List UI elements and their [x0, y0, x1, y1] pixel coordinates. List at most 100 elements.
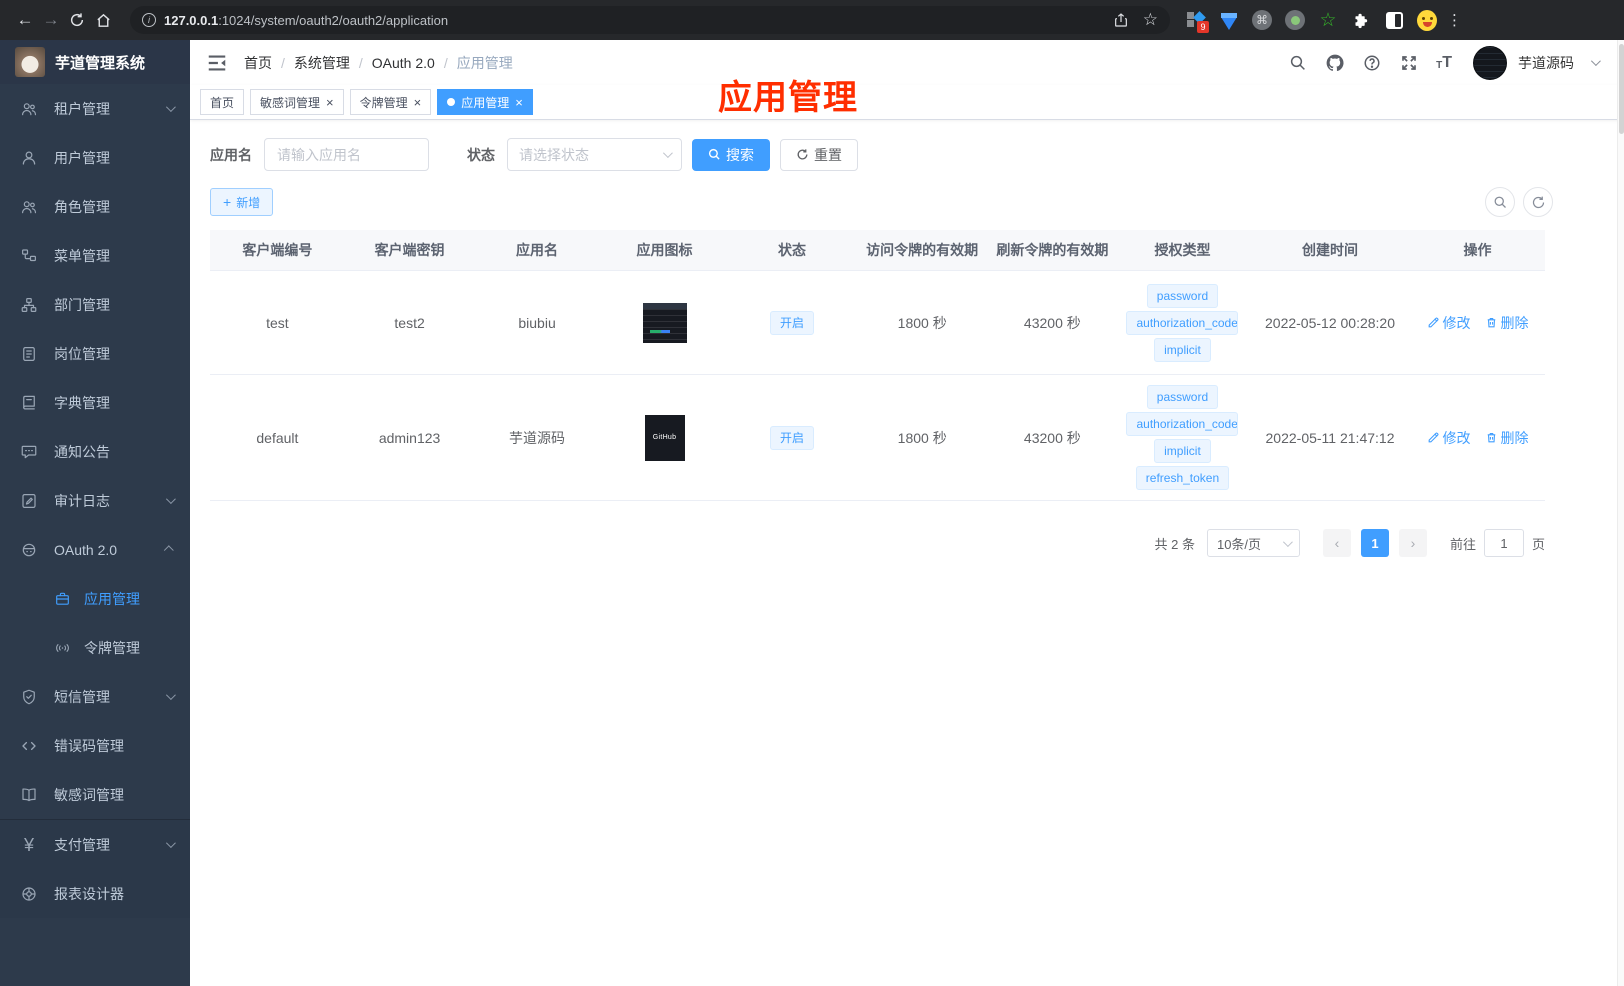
font-size-icon[interactable]: TT	[1436, 54, 1452, 71]
sidebar-item-敏感词管理[interactable]: 敏感词管理	[0, 770, 190, 819]
github-icon[interactable]	[1325, 53, 1345, 73]
extension-gem-icon[interactable]	[1219, 10, 1239, 30]
add-button[interactable]: + 新增	[210, 188, 274, 216]
tab-close-icon[interactable]: ×	[326, 96, 334, 109]
delete-button[interactable]: 删除	[1485, 313, 1529, 333]
sidebar-item-通知公告[interactable]: 通知公告	[0, 427, 190, 476]
tab-敏感词管理[interactable]: 敏感词管理 ×	[250, 89, 344, 115]
user-menu-caret-icon[interactable]	[1590, 56, 1601, 67]
edit-button[interactable]: 修改	[1427, 313, 1471, 333]
badge-icon	[19, 344, 39, 364]
breadcrumb-item[interactable]: 首页	[244, 53, 272, 73]
sidebar-item-label: 通知公告	[54, 443, 110, 460]
applications-table: 客户端编号 客户端密钥 应用名 应用图标 状态 访问令牌的有效期 刷新令牌的有效期 授权类型 创…	[210, 230, 1545, 501]
url-text: 127.0.0.1:1024/system/oauth2/oauth2/appl…	[164, 12, 449, 28]
sidebar-item-支付管理[interactable]: ¥ 支付管理	[0, 820, 190, 869]
tab-令牌管理[interactable]: 令牌管理 ×	[349, 89, 432, 115]
sidebar-item-菜单管理[interactable]: 菜单管理	[0, 231, 190, 280]
extension-badge: 9	[1197, 21, 1209, 33]
cell-access-validity: 1800 秒	[897, 429, 947, 446]
table-header-row: 客户端编号 客户端密钥 应用名 应用图标 状态 访问令牌的有效期 刷新令牌的有效期 授权类型 创…	[210, 230, 1545, 271]
search-icon[interactable]	[1288, 53, 1308, 73]
extension-record-icon[interactable]	[1285, 10, 1305, 30]
split-view-icon[interactable]	[1384, 10, 1404, 30]
profile-emoji-icon[interactable]	[1417, 9, 1437, 31]
page-unit-label: 页	[1531, 536, 1545, 552]
browser-menu-icon[interactable]: ⋮	[1447, 11, 1462, 29]
sidebar-item-字典管理[interactable]: 字典管理	[0, 378, 190, 427]
sidebar-item-岗位管理[interactable]: 岗位管理	[0, 329, 190, 378]
code-icon	[19, 736, 39, 756]
column-header: 创建时间	[1302, 242, 1358, 258]
sidebar-item-短信管理[interactable]: 短信管理	[0, 672, 190, 721]
extension-grid-icon[interactable]: 9	[1186, 10, 1209, 33]
breadcrumb-item: 应用管理	[456, 54, 513, 71]
breadcrumb-item[interactable]: 系统管理	[294, 53, 350, 73]
sidebar-toggle-icon[interactable]	[206, 52, 228, 74]
sidebar-item-错误码管理[interactable]: 错误码管理	[0, 721, 190, 770]
back-icon[interactable]: ←	[12, 7, 38, 33]
address-bar[interactable]: i 127.0.0.1:1024/system/oauth2/oauth2/ap…	[130, 6, 1170, 34]
sidebar-item-应用管理[interactable]: 应用管理	[0, 574, 190, 623]
extensions-puzzle-icon[interactable]	[1351, 10, 1371, 30]
cell-actions: 修改 删除	[1410, 375, 1545, 500]
status-select[interactable]: 请选择状态	[507, 138, 682, 171]
goto-page-input[interactable]	[1483, 529, 1524, 557]
cell-app-icon	[600, 271, 729, 374]
tab-应用管理[interactable]: 应用管理 ×	[437, 89, 533, 115]
tab-首页[interactable]: 首页	[200, 89, 245, 115]
grant-type-badge: implicit	[1154, 337, 1211, 362]
edit-icon	[1427, 431, 1440, 444]
reload-icon[interactable]	[64, 7, 90, 33]
wheel-icon	[19, 884, 39, 904]
forward-icon[interactable]: →	[38, 7, 64, 33]
grant-type-badge: authorization_code	[1126, 310, 1239, 335]
share-icon[interactable]	[1113, 12, 1129, 28]
sidebar-item-角色管理[interactable]: 角色管理	[0, 182, 190, 231]
filter-form: 应用名 状态 请选择状态 搜索 重置	[210, 138, 1545, 171]
column-header: 客户端密钥	[374, 242, 445, 258]
refresh-button[interactable]	[1523, 187, 1553, 217]
annotation-title: 应用管理	[718, 79, 858, 117]
sidebar-item-label: 支付管理	[54, 836, 110, 853]
sidebar-item-租户管理[interactable]: 租户管理	[0, 84, 190, 133]
hide-search-button[interactable]	[1485, 187, 1515, 217]
fullscreen-icon[interactable]	[1399, 53, 1419, 73]
extension-command-icon[interactable]: ⌘	[1252, 10, 1272, 30]
users-icon	[19, 197, 39, 217]
bookmark-star-icon[interactable]: ☆	[1143, 10, 1158, 30]
sidebar-item-label: 岗位管理	[54, 345, 110, 362]
tab-close-icon[interactable]: ×	[414, 96, 422, 109]
delete-button[interactable]: 删除	[1485, 428, 1529, 448]
active-tab-dot	[447, 98, 456, 106]
page-size-select[interactable]: 10条/页	[1206, 529, 1300, 557]
reset-button[interactable]: 重置	[780, 138, 858, 171]
tab-close-icon[interactable]: ×	[515, 96, 523, 109]
app-name-input[interactable]	[264, 138, 429, 171]
sidebar-item-用户管理[interactable]: 用户管理	[0, 133, 190, 182]
search-button[interactable]: 搜索	[692, 138, 770, 171]
edit-button[interactable]: 修改	[1427, 428, 1471, 448]
sidebar-item-令牌管理[interactable]: 令牌管理	[0, 623, 190, 672]
sidebar-item-审计日志[interactable]: 审计日志	[0, 476, 190, 525]
sidebar-item-报表设计器[interactable]: 报表设计器	[0, 869, 190, 918]
breadcrumb-item[interactable]: OAuth 2.0	[372, 55, 435, 71]
chevron-down-icon	[165, 690, 176, 701]
extension-star-icon[interactable]: ☆	[1318, 10, 1338, 30]
window-scrollbar[interactable]	[1617, 40, 1624, 986]
dict-icon	[19, 393, 39, 413]
sidebar-item-部门管理[interactable]: 部门管理	[0, 280, 190, 329]
app-logo[interactable]: 芋道管理系统	[0, 40, 190, 84]
current-page-button[interactable]: 1	[1360, 529, 1389, 557]
cell-status: 开启	[729, 375, 854, 500]
edit-icon	[1427, 316, 1440, 329]
next-page-button[interactable]: ›	[1398, 529, 1427, 557]
user-avatar[interactable]	[1473, 45, 1507, 80]
home-icon[interactable]	[90, 7, 116, 33]
sidebar-item-OAuth 2.0[interactable]: OAuth 2.0	[0, 525, 190, 574]
status-label: 状态	[467, 146, 495, 163]
pagination-total: 共 2 条	[1154, 536, 1195, 552]
prev-page-button[interactable]: ‹	[1322, 529, 1351, 557]
site-info-icon[interactable]: i	[142, 13, 156, 27]
help-icon[interactable]	[1362, 53, 1382, 73]
